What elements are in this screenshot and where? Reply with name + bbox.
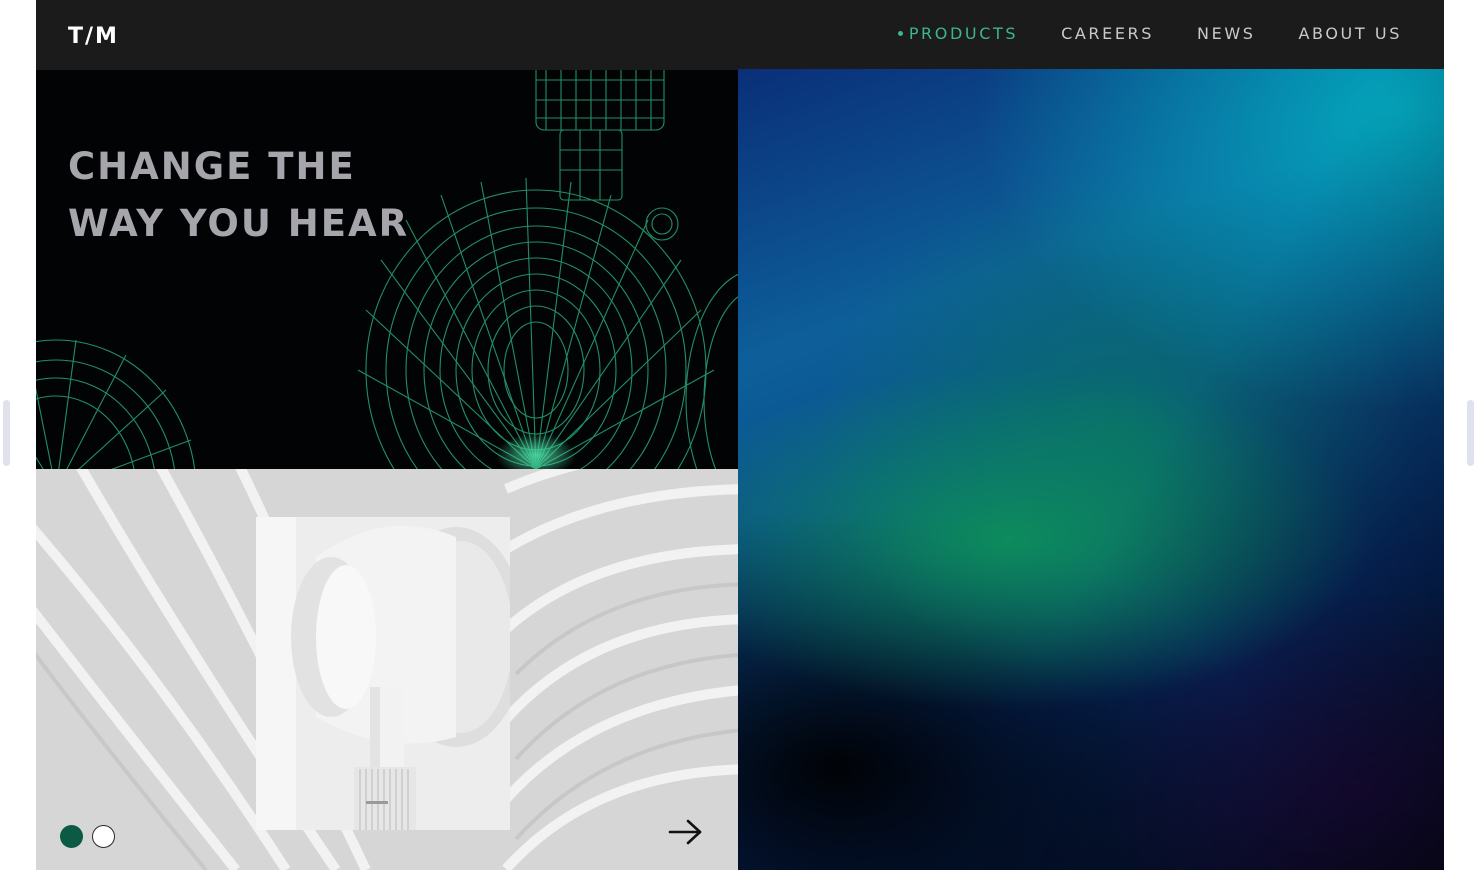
page-frame: T/M PRODUCTS CAREERS NEWS ABOUT US CHANG…	[36, 0, 1444, 870]
nav-link-label: CAREERS	[1061, 24, 1155, 43]
nav-link-about-us[interactable]: ABOUT US	[1299, 24, 1402, 43]
white-headphone-image	[256, 517, 510, 830]
wireframe-headphones-image	[36, 70, 738, 469]
active-indicator-dot	[897, 31, 903, 36]
nav-link-label: ABOUT US	[1298, 24, 1402, 43]
nav-link-careers[interactable]: CAREERS	[1061, 24, 1154, 43]
top-navbar: T/M PRODUCTS CAREERS NEWS ABOUT US	[36, 0, 1444, 70]
headline-line-2: WAY YOU HEAR	[68, 202, 410, 245]
headline-line-1: CHANGE THE	[68, 145, 356, 188]
nav-link-news[interactable]: NEWS	[1197, 24, 1255, 43]
left-scroll-handle[interactable]	[3, 400, 10, 466]
nav-link-label: NEWS	[1197, 24, 1256, 43]
carousel-dot-2[interactable]	[92, 825, 115, 848]
right-scroll-handle[interactable]	[1467, 400, 1474, 466]
main-nav: PRODUCTS CAREERS NEWS ABOUT US	[897, 24, 1402, 43]
gradient-visual	[738, 69, 1444, 870]
nav-link-label: PRODUCTS	[908, 24, 1019, 43]
hero-banner: CHANGE THE WAY YOU HEAR	[36, 70, 738, 469]
nav-link-products[interactable]: PRODUCTS	[897, 24, 1019, 43]
carousel-dot-1-active[interactable]	[60, 825, 83, 848]
brand-logo[interactable]: T/M	[68, 24, 119, 49]
product-image[interactable]	[256, 517, 510, 830]
hero-headline: CHANGE THE WAY YOU HEAR	[68, 138, 409, 252]
product-carousel	[36, 469, 738, 870]
arrow-right-icon[interactable]	[668, 817, 704, 847]
